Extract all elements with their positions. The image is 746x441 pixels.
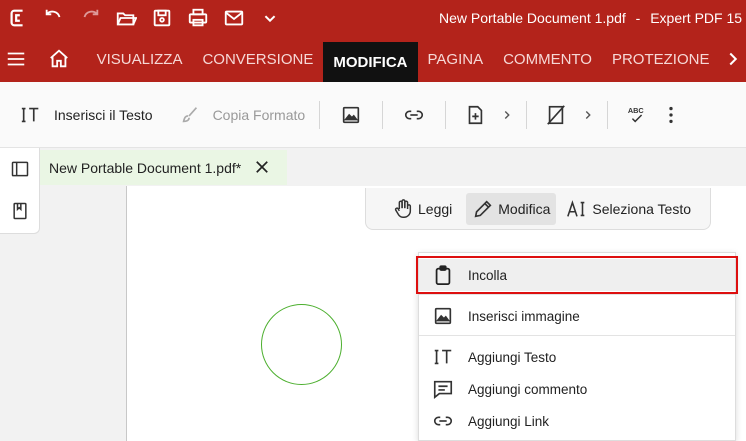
menu-item-insert-image[interactable]: Inserisci immagine: [419, 300, 735, 332]
link-icon: [433, 416, 453, 426]
menu-divider: [419, 335, 735, 336]
menu-item-add-text[interactable]: Aggiungi Testo: [419, 341, 735, 373]
edit-mode-button[interactable]: Modifica: [466, 192, 557, 225]
select-text-icon: [567, 199, 585, 217]
app-logo-icon[interactable]: [0, 0, 36, 36]
menu-item-label: Aggiungi Link: [468, 413, 550, 429]
window-title-separator: -: [635, 10, 641, 26]
tab-commento[interactable]: COMMENTO: [493, 36, 602, 82]
title-bar: New Portable Document 1.pdf - Expert PDF…: [0, 0, 746, 36]
toolbar-divider: [526, 100, 528, 129]
comment-icon: [433, 380, 453, 399]
insert-text-button[interactable]: Inserisci il Testo: [20, 95, 153, 135]
pencil-icon: [474, 199, 492, 217]
chevron-right-icon[interactable]: [719, 36, 746, 82]
toolbar-divider: [445, 100, 447, 129]
window-document-name: New Portable Document 1.pdf: [439, 10, 626, 26]
copy-format-button[interactable]: Copia Formato: [179, 95, 306, 135]
menu-item-label: Aggiungi Testo: [468, 349, 557, 365]
circle-shape[interactable]: [261, 304, 342, 385]
hand-icon: [394, 198, 412, 218]
text-cursor-icon: [434, 349, 452, 365]
insert-page-button[interactable]: [458, 95, 492, 135]
chevron-down-icon[interactable]: [252, 0, 288, 36]
context-menu: Incolla Inserisci immagine Aggiungi Test…: [416, 252, 738, 441]
menu-item-add-comment[interactable]: Aggiungi commento: [419, 373, 735, 405]
mode-selector: Leggi Modifica Seleziona Testo: [365, 188, 711, 230]
select-text-mode-button[interactable]: Seleziona Testo: [560, 193, 697, 225]
document-tab-label: New Portable Document 1.pdf*: [49, 159, 242, 176]
window-title: New Portable Document 1.pdf - Expert PDF…: [439, 10, 742, 26]
menu-item-add-link[interactable]: Aggiungi Link: [419, 405, 735, 437]
link-icon: [405, 110, 424, 119]
clipboard-icon: [435, 265, 451, 286]
window-app-name: Expert PDF 15: [650, 10, 743, 26]
email-icon[interactable]: [216, 0, 252, 36]
image-icon: [434, 307, 452, 325]
menu-item-label: Inserisci immagine: [468, 308, 580, 324]
bookmark-icon[interactable]: [0, 190, 40, 232]
insert-text-icon: [21, 107, 39, 122]
add-page-icon: [468, 105, 483, 124]
menu-item-label: Aggiungi commento: [468, 381, 588, 397]
side-panel: [0, 148, 40, 234]
toolbar-divider: [319, 100, 321, 129]
redact-button[interactable]: [539, 95, 573, 135]
read-mode-button[interactable]: Leggi: [386, 193, 458, 225]
close-icon[interactable]: [253, 158, 271, 176]
read-mode-label: Leggi: [418, 200, 453, 217]
spell-check-button[interactable]: ABC: [620, 95, 654, 135]
tab-conversione[interactable]: CONVERSIONE: [192, 36, 323, 82]
more-options-icon[interactable]: [654, 95, 688, 135]
open-folder-icon[interactable]: [108, 0, 144, 36]
insert-image-button[interactable]: [332, 95, 370, 135]
insert-link-button[interactable]: [395, 95, 433, 135]
toolbar-divider: [382, 100, 384, 129]
edit-mode-label: Modifica: [498, 200, 551, 217]
home-icon[interactable]: [32, 36, 87, 82]
select-text-mode-label: Seleziona Testo: [592, 200, 691, 217]
redo-icon[interactable]: [72, 0, 108, 36]
document-tab[interactable]: New Portable Document 1.pdf*: [40, 150, 287, 185]
toolbar-divider: [607, 100, 609, 129]
svg-text:ABC: ABC: [628, 106, 645, 115]
menu-divider: [419, 294, 735, 295]
ribbon-tabs: VISUALIZZA CONVERSIONE MODIFICA PAGINA C…: [0, 36, 746, 82]
menu-item-paste[interactable]: Incolla: [416, 256, 738, 294]
copy-format-label: Copia Formato: [212, 106, 306, 123]
save-icon[interactable]: [144, 0, 180, 36]
print-icon[interactable]: [180, 0, 216, 36]
chevron-right-icon[interactable]: [581, 108, 595, 122]
tab-visualizza[interactable]: VISUALIZZA: [87, 36, 193, 82]
edit-toolbar: Inserisci il Testo Copia Formato ABC: [0, 82, 746, 148]
undo-icon[interactable]: [36, 0, 72, 36]
spell-check-icon: ABC: [628, 106, 645, 122]
insert-text-label: Inserisci il Testo: [54, 106, 153, 123]
tab-pagina[interactable]: PAGINA: [418, 36, 494, 82]
menu-item-label: Incolla: [468, 267, 508, 283]
tab-protezione[interactable]: PROTEZIONE: [602, 36, 720, 82]
tab-modifica[interactable]: MODIFICA: [323, 42, 418, 82]
hamburger-menu-icon[interactable]: [0, 36, 32, 82]
chevron-right-icon[interactable]: [500, 108, 514, 122]
brush-icon: [182, 106, 197, 122]
quick-access-toolbar: [0, 0, 288, 36]
image-icon: [342, 106, 360, 123]
toggle-sidebar-icon[interactable]: [0, 148, 40, 190]
crossed-page-icon: [547, 104, 566, 125]
